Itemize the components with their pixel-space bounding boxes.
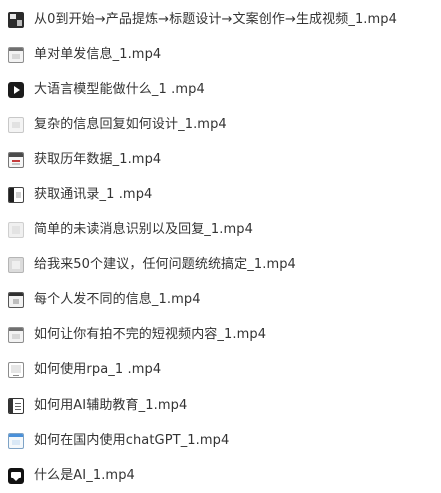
file-name: 复杂的信息回复如何设计_1.mp4 bbox=[34, 116, 227, 132]
file-name: 给我来50个建议，任何问题统统搞定_1.mp4 bbox=[34, 257, 296, 273]
file-list: 从0到开始→产品提炼→标题设计→文案创作→生成视频_1.mp4 单对单发信息_1… bbox=[0, 0, 441, 492]
file-item[interactable]: 每个人发不同的信息_1.mp4 bbox=[0, 283, 441, 318]
file-item[interactable]: 获取通讯录_1 .mp4 bbox=[0, 177, 441, 212]
table-video-thumbnail-icon bbox=[8, 151, 24, 168]
play-video-thumbnail-icon bbox=[8, 81, 24, 98]
chat-video-thumbnail-icon bbox=[8, 467, 24, 484]
file-item[interactable]: 简单的未读消息识别以及回复_1.mp4 bbox=[0, 213, 441, 248]
file-item[interactable]: 获取历年数据_1.mp4 bbox=[0, 142, 441, 177]
file-name: 获取通讯录_1 .mp4 bbox=[34, 187, 153, 203]
book-video-thumbnail-icon bbox=[8, 187, 24, 204]
file-item[interactable]: 从0到开始→产品提炼→标题设计→文案创作→生成视频_1.mp4 bbox=[0, 2, 441, 37]
grey-video-thumbnail-icon bbox=[8, 257, 24, 274]
file-name: 如何用AI辅助教育_1.mp4 bbox=[34, 397, 188, 413]
file-name: 如何让你有拍不完的短视频内容_1.mp4 bbox=[34, 327, 267, 343]
file-name: 获取历年数据_1.mp4 bbox=[34, 151, 162, 167]
window-video-thumbnail-icon bbox=[8, 46, 24, 63]
file-item[interactable]: 什么是AI_1.mp4 bbox=[0, 458, 441, 493]
file-name: 单对单发信息_1.mp4 bbox=[34, 46, 162, 62]
file-name: 如何使用rpa_1 .mp4 bbox=[34, 362, 162, 378]
blue-video-thumbnail-icon bbox=[8, 432, 24, 449]
file-item[interactable]: 如何使用rpa_1 .mp4 bbox=[0, 353, 441, 388]
file-name: 每个人发不同的信息_1.mp4 bbox=[34, 292, 201, 308]
file-item[interactable]: 如何让你有拍不完的短视频内容_1.mp4 bbox=[0, 318, 441, 353]
collage-video-thumbnail-icon bbox=[8, 11, 24, 28]
file-item[interactable]: 复杂的信息回复如何设计_1.mp4 bbox=[0, 107, 441, 142]
file-item[interactable]: 大语言模型能做什么_1 .mp4 bbox=[0, 72, 441, 107]
file-item[interactable]: 给我来50个建议，任何问题统统搞定_1.mp4 bbox=[0, 248, 441, 283]
file-name: 从0到开始→产品提炼→标题设计→文案创作→生成视频_1.mp4 bbox=[34, 11, 398, 27]
file-name: 什么是AI_1.mp4 bbox=[34, 467, 135, 483]
light-video-thumbnail-icon bbox=[8, 116, 24, 133]
file-name: 大语言模型能做什么_1 .mp4 bbox=[34, 81, 205, 97]
dark-frame-video-thumbnail-icon bbox=[8, 292, 24, 309]
screen-video-thumbnail-icon bbox=[8, 362, 24, 379]
pale-video-thumbnail-icon bbox=[8, 222, 24, 239]
document-video-thumbnail-icon bbox=[8, 397, 24, 414]
window-video-thumbnail-icon bbox=[8, 327, 24, 344]
file-item[interactable]: 单对单发信息_1.mp4 bbox=[0, 37, 441, 72]
file-name: 简单的未读消息识别以及回复_1.mp4 bbox=[34, 222, 253, 238]
file-item[interactable]: 如何在国内使用chatGPT_1.mp4 bbox=[0, 423, 441, 458]
file-name: 如何在国内使用chatGPT_1.mp4 bbox=[34, 432, 230, 448]
file-item[interactable]: 如何用AI辅助教育_1.mp4 bbox=[0, 388, 441, 423]
